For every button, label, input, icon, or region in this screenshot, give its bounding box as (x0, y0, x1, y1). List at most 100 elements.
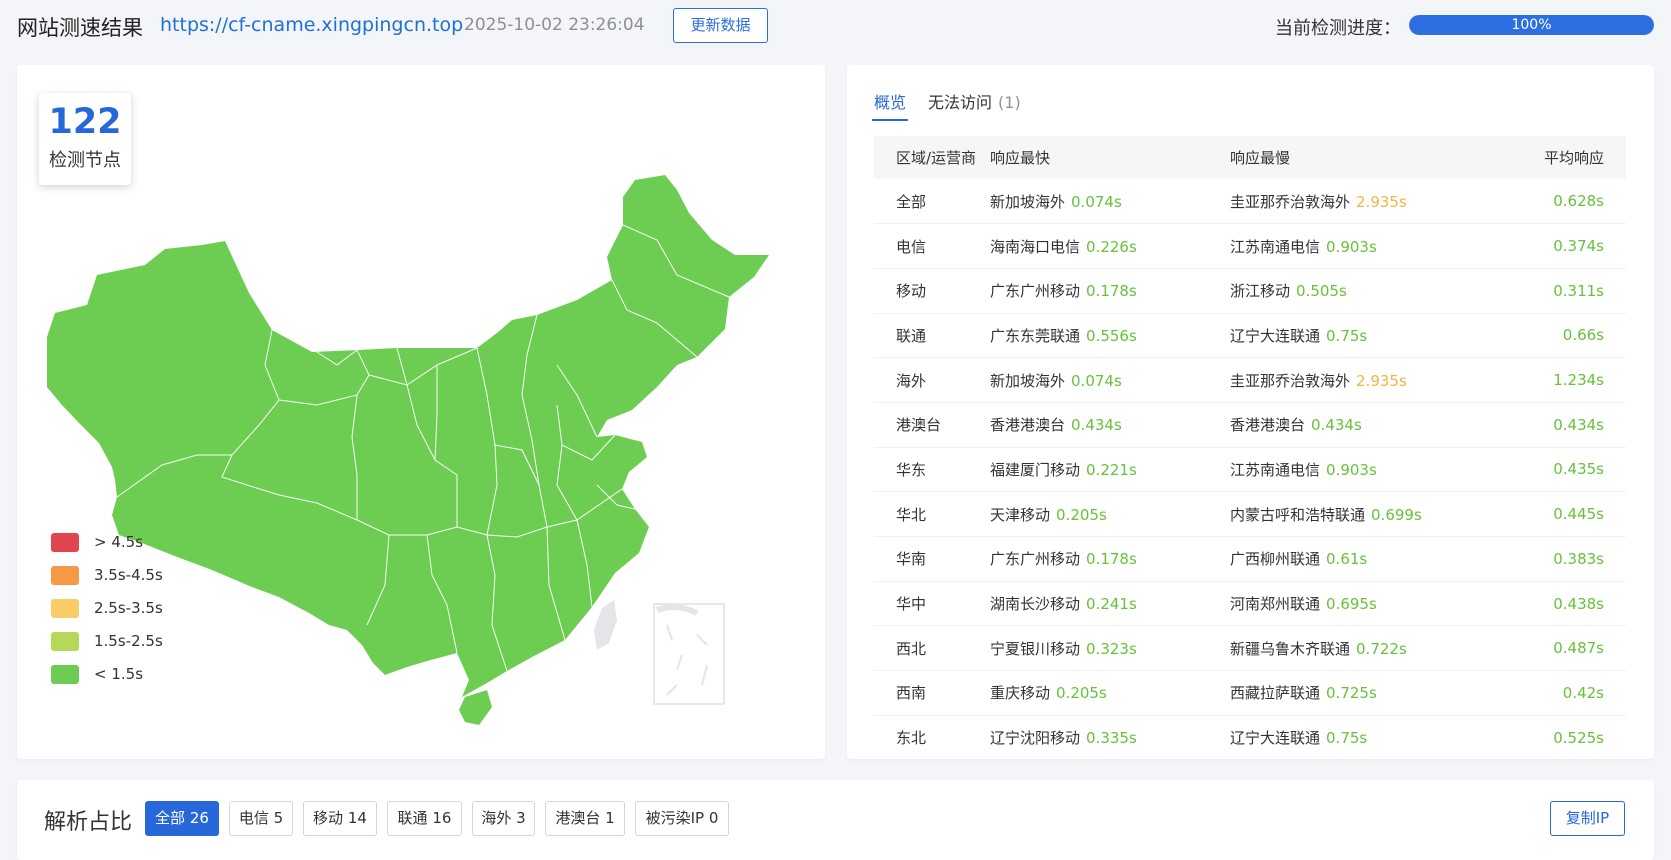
average-time: 0.66s (1562, 326, 1604, 345)
progress-label: 当前检测进度： (1275, 18, 1401, 39)
region-name: 西北 (896, 639, 927, 658)
average-cell: 1.234s (1506, 357, 1626, 403)
region-cell: 东北 (874, 715, 990, 759)
slowest-time: 2.935s (1356, 371, 1407, 390)
slowest-time: 0.699s (1371, 505, 1422, 524)
fastest-time: 0.323s (1086, 639, 1137, 658)
slowest-cell: 圭亚那乔治敦海外 2.935s (1230, 179, 1506, 225)
map-region-taiwan[interactable] (594, 600, 617, 650)
region-name: 海外 (896, 371, 927, 390)
column-header-slowest: 响应最慢 (1230, 136, 1506, 179)
slowest-node-name: 圭亚那乔治敦海外 (1230, 192, 1351, 211)
legend-swatch (51, 599, 79, 618)
tab-overview[interactable]: 概览 (871, 89, 909, 121)
slowest-time: 0.75s (1326, 326, 1368, 345)
legend-swatch (51, 566, 79, 585)
fastest-cell: 宁夏银川移动 0.323s (990, 625, 1230, 672)
map-region-mainland[interactable] (47, 175, 769, 697)
fastest-node-name: 新加坡海外 (990, 371, 1066, 390)
fastest-node-name: 海南海口电信 (990, 237, 1081, 256)
fastest-node-name: 广东广州移动 (990, 550, 1081, 569)
filter-button-6[interactable]: 被污染IP 0 (635, 801, 729, 836)
fastest-cell: 海南海口电信 0.226s (990, 223, 1230, 269)
table-row[interactable]: 华南 广东广州移动 0.178s 广西柳州联通 0.61s 0.383s (874, 536, 1626, 582)
table-row[interactable]: 华北 天津移动 0.205s 内蒙古呼和浩特联通 0.699s 0.445s (874, 491, 1626, 537)
filter-button-0[interactable]: 全部 26 (145, 801, 219, 836)
progress-bar: 100% (1409, 15, 1654, 35)
fastest-cell: 新加坡海外 0.074s (990, 179, 1230, 225)
refresh-data-button[interactable]: 更新数据 (673, 8, 768, 43)
filter-button-5[interactable]: 港澳台 1 (545, 801, 625, 836)
region-name: 移动 (896, 282, 927, 301)
average-time: 0.438s (1553, 594, 1604, 613)
copy-ip-button[interactable]: 复制IP (1550, 801, 1625, 836)
region-cell: 全部 (874, 179, 990, 225)
fastest-time: 0.205s (1056, 505, 1107, 524)
table-row[interactable]: 港澳台 香港港澳台 0.434s 香港港澳台 0.434s 0.434s (874, 402, 1626, 448)
slowest-node-name: 香港港澳台 (1230, 416, 1306, 435)
filter-count: 16 (432, 809, 452, 827)
filter-button-3[interactable]: 联通 16 (387, 801, 462, 836)
table-row[interactable]: 电信 海南海口电信 0.226s 江苏南通电信 0.903s 0.374s (874, 223, 1626, 269)
fastest-cell: 辽宁沈阳移动 0.335s (990, 715, 1230, 759)
filter-label: 移动 (313, 809, 344, 827)
slowest-node-name: 新疆乌鲁木齐联通 (1230, 639, 1351, 658)
average-time: 1.234s (1553, 371, 1604, 390)
average-cell: 0.628s (1506, 179, 1626, 225)
region-cell: 华北 (874, 491, 990, 537)
slowest-node-name: 河南郑州联通 (1230, 595, 1321, 614)
table-row[interactable]: 东北 辽宁沈阳移动 0.335s 辽宁大连联通 0.75s 0.525s (874, 715, 1626, 759)
south-china-sea-inset (653, 603, 725, 705)
filter-button-1[interactable]: 电信 5 (229, 801, 293, 836)
fastest-cell: 福建厦门移动 0.221s (990, 447, 1230, 493)
fastest-node-name: 广东广州移动 (990, 282, 1081, 301)
region-name: 西南 (896, 684, 927, 703)
average-time: 0.525s (1553, 728, 1604, 747)
filter-count: 3 (516, 809, 526, 827)
table-row[interactable]: 全部 新加坡海外 0.074s 圭亚那乔治敦海外 2.935s 0.628s (874, 179, 1626, 225)
slowest-node-name: 浙江移动 (1230, 282, 1291, 301)
region-name: 港澳台 (896, 416, 942, 435)
tab-unreachable[interactable]: 无法访问 (1) (928, 89, 1021, 113)
fastest-time: 0.221s (1086, 460, 1137, 479)
table-row[interactable]: 西北 宁夏银川移动 0.323s 新疆乌鲁木齐联通 0.722s 0.487s (874, 625, 1626, 672)
node-count-value: 122 (48, 102, 122, 142)
table-row[interactable]: 联通 广东东莞联通 0.556s 辽宁大连联通 0.75s 0.66s (874, 313, 1626, 359)
table-row[interactable]: 海外 新加坡海外 0.074s 圭亚那乔治敦海外 2.935s 1.234s (874, 357, 1626, 403)
table-row[interactable]: 移动 广东广州移动 0.178s 浙江移动 0.505s 0.311s (874, 268, 1626, 314)
average-cell: 0.66s (1506, 313, 1626, 359)
filter-button-4[interactable]: 海外 3 (472, 801, 535, 836)
table-row[interactable]: 华中 湖南长沙移动 0.241s 河南郑州联通 0.695s 0.438s (874, 581, 1626, 627)
test-timestamp: 2025-10-02 23:26:04 (464, 15, 645, 35)
tab-unreachable-label: 无法访问 (928, 93, 993, 112)
slowest-node-name: 江苏南通电信 (1230, 237, 1321, 256)
fastest-node-name: 宁夏银川移动 (990, 639, 1081, 658)
table-header-row: 区域/运营商 响应最快 响应最慢 平均响应 (874, 136, 1626, 179)
slowest-time: 0.75s (1326, 729, 1368, 748)
column-header-region: 区域/运营商 (874, 136, 990, 179)
results-tabs: 概览 无法访问 (1) (871, 89, 1626, 123)
table-row[interactable]: 西南 重庆移动 0.205s 西藏拉萨联通 0.725s 0.42s (874, 670, 1626, 716)
fastest-time: 0.556s (1086, 326, 1137, 345)
table-body: 全部 新加坡海外 0.074s 圭亚那乔治敦海外 2.935s 0.628s 电信 海南海口电… (874, 179, 1626, 759)
tested-url-link[interactable]: https://cf-cname.xingpingcn.top (160, 14, 463, 36)
slowest-cell: 浙江移动 0.505s (1230, 268, 1506, 314)
fastest-node-name: 天津移动 (990, 505, 1051, 524)
filter-button-2[interactable]: 移动 14 (303, 801, 377, 836)
slowest-node-name: 西藏拉萨联通 (1230, 684, 1321, 703)
slowest-time: 0.903s (1326, 237, 1377, 256)
fastest-cell: 广东广州移动 0.178s (990, 536, 1230, 582)
slowest-time: 0.434s (1311, 416, 1362, 435)
column-header-average: 平均响应 (1506, 136, 1626, 179)
filter-label: 全部 (155, 809, 186, 827)
slowest-node-name: 江苏南通电信 (1230, 460, 1321, 479)
slowest-cell: 香港港澳台 0.434s (1230, 402, 1506, 448)
legend-label: > 4.5s (94, 533, 144, 551)
region-cell: 电信 (874, 223, 990, 269)
average-time: 0.374s (1553, 237, 1604, 256)
average-time: 0.383s (1553, 549, 1604, 568)
region-name: 全部 (896, 192, 927, 211)
fastest-cell: 广东广州移动 0.178s (990, 268, 1230, 314)
table-row[interactable]: 华东 福建厦门移动 0.221s 江苏南通电信 0.903s 0.435s (874, 447, 1626, 493)
slowest-time: 0.903s (1326, 460, 1377, 479)
